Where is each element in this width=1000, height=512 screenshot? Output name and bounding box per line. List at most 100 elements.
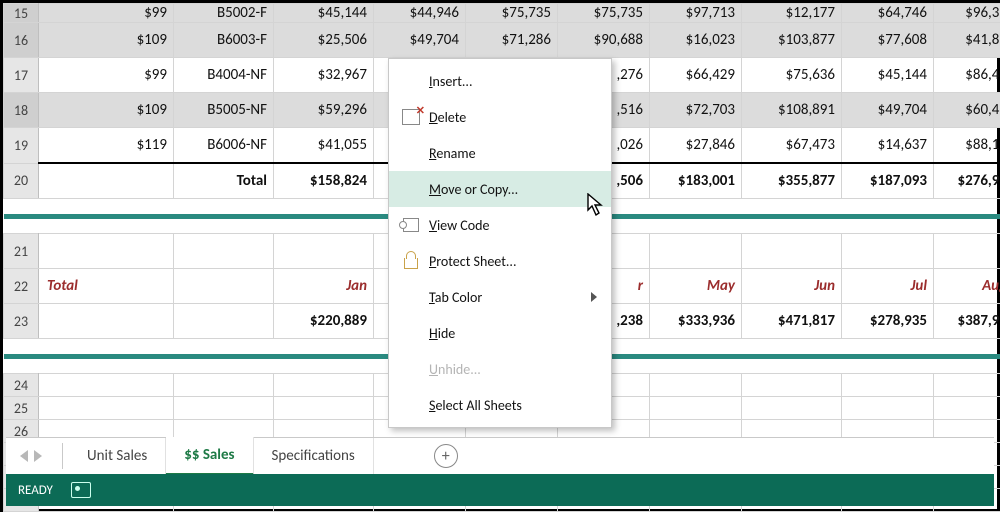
tab-specifications[interactable]: Specifications (254, 438, 374, 474)
cell[interactable] (274, 397, 374, 420)
cell[interactable]: B5005-NF (174, 93, 274, 128)
menu-view-code[interactable]: View Code (389, 207, 611, 243)
cell[interactable] (742, 234, 842, 269)
cell[interactable]: Jul (842, 269, 934, 304)
cell[interactable]: $27,846 (650, 128, 742, 164)
cell[interactable]: $49,704 (842, 93, 934, 128)
cell[interactable]: $59,296 (274, 93, 374, 128)
row-header[interactable]: 23 (4, 304, 39, 339)
cell[interactable] (842, 234, 934, 269)
cell[interactable] (39, 374, 174, 397)
cell[interactable]: $183,001 (650, 163, 742, 199)
tab-nav-next[interactable] (34, 450, 42, 462)
row-header[interactable]: 21 (4, 234, 39, 269)
row-header[interactable]: 24 (4, 374, 39, 397)
cell[interactable] (742, 374, 842, 397)
cell[interactable]: $108,891 (742, 93, 842, 128)
cell[interactable]: $355,877 (742, 163, 842, 199)
cell[interactable] (650, 397, 742, 420)
cell[interactable]: B4004-NF (174, 58, 274, 93)
cell[interactable] (842, 374, 934, 397)
cell[interactable] (174, 234, 274, 269)
cell[interactable]: Total (174, 163, 274, 199)
menu-delete[interactable]: Delete (389, 99, 611, 135)
cell[interactable] (174, 269, 274, 304)
cell[interactable] (934, 234, 1000, 269)
row-header[interactable]: 20 (4, 163, 39, 199)
cell[interactable]: $103,877 (742, 23, 842, 58)
cell[interactable]: $25,506 (274, 23, 374, 58)
cell[interactable]: $220,889 (274, 304, 374, 339)
cell[interactable]: Aug (934, 269, 1000, 304)
cell[interactable]: $60,49 (934, 93, 1000, 128)
cell[interactable]: $75,735 (558, 4, 650, 23)
menu-select-all-sheets[interactable]: Select All Sheets (389, 387, 611, 423)
cell[interactable] (742, 397, 842, 420)
cell[interactable]: Jan (274, 269, 374, 304)
cell[interactable]: $41,055 (274, 128, 374, 164)
row-header[interactable]: 22 (4, 269, 39, 304)
cell[interactable] (174, 397, 274, 420)
cell[interactable]: $158,824 (274, 163, 374, 199)
cell[interactable]: $32,967 (274, 58, 374, 93)
cell[interactable]: $99 (39, 4, 174, 23)
cell[interactable]: $99 (39, 58, 174, 93)
menu-rename[interactable]: Rename (389, 135, 611, 171)
cell[interactable] (174, 374, 274, 397)
cell[interactable]: $12,177 (742, 4, 842, 23)
cell[interactable] (39, 234, 174, 269)
menu-insert[interactable]: Insert... (389, 63, 611, 99)
cell[interactable]: B6006-NF (174, 128, 274, 164)
cell[interactable]: $49,704 (374, 23, 466, 58)
cell[interactable]: Jun (742, 269, 842, 304)
cell[interactable]: $97,713 (650, 4, 742, 23)
cell[interactable]: $67,473 (742, 128, 842, 164)
cell[interactable]: $109 (39, 93, 174, 128)
row-header[interactable]: 17 (4, 58, 39, 93)
cell[interactable]: $109 (39, 23, 174, 58)
tab-dollar-sales[interactable]: $$ Sales (166, 437, 253, 476)
cell[interactable]: $278,935 (842, 304, 934, 339)
cell[interactable]: B5002-F (174, 4, 274, 23)
cell[interactable] (174, 304, 274, 339)
cell[interactable]: $276,95 (934, 163, 1000, 199)
row-header[interactable]: 19 (4, 128, 39, 164)
cell[interactable]: $187,093 (842, 163, 934, 199)
cell[interactable] (274, 374, 374, 397)
cell[interactable]: $16,023 (650, 23, 742, 58)
cell[interactable]: $77,608 (842, 23, 934, 58)
new-sheet-button[interactable]: + (434, 444, 458, 468)
cell[interactable] (39, 304, 174, 339)
cell[interactable]: B6003-F (174, 23, 274, 58)
cell[interactable] (934, 374, 1000, 397)
row-header[interactable]: 25 (4, 397, 39, 420)
cell[interactable] (274, 234, 374, 269)
cell[interactable]: $45,144 (842, 58, 934, 93)
cell[interactable]: $119 (39, 128, 174, 164)
tab-nav-prev[interactable] (20, 450, 28, 462)
cell[interactable]: $45,144 (274, 4, 374, 23)
cell[interactable]: $64,746 (842, 4, 934, 23)
cell[interactable]: $66,429 (650, 58, 742, 93)
cell[interactable]: $75,636 (742, 58, 842, 93)
cell[interactable]: Total (39, 269, 174, 304)
row-header[interactable]: 16 (4, 23, 39, 58)
row-header[interactable]: 18 (4, 93, 39, 128)
cell[interactable]: $96,32 (934, 4, 1000, 23)
cell[interactable]: $86,42 (934, 58, 1000, 93)
cell[interactable]: $75,735 (466, 4, 558, 23)
cell[interactable]: $14,637 (842, 128, 934, 164)
cell[interactable]: $44,946 (374, 4, 466, 23)
cell[interactable] (39, 163, 174, 199)
menu-tab-color[interactable]: Tab Color (389, 279, 611, 315)
cell[interactable]: $90,688 (558, 23, 650, 58)
cell[interactable]: $471,817 (742, 304, 842, 339)
cell[interactable]: $88,17 (934, 128, 1000, 164)
cell[interactable]: $41,85 (934, 23, 1000, 58)
cell[interactable] (650, 374, 742, 397)
cell[interactable] (842, 397, 934, 420)
menu-protect-sheet[interactable]: Protect Sheet... (389, 243, 611, 279)
row-header[interactable]: 15 (4, 4, 39, 23)
cell[interactable] (650, 234, 742, 269)
tab-unit-sales[interactable]: Unit Sales (69, 438, 166, 474)
